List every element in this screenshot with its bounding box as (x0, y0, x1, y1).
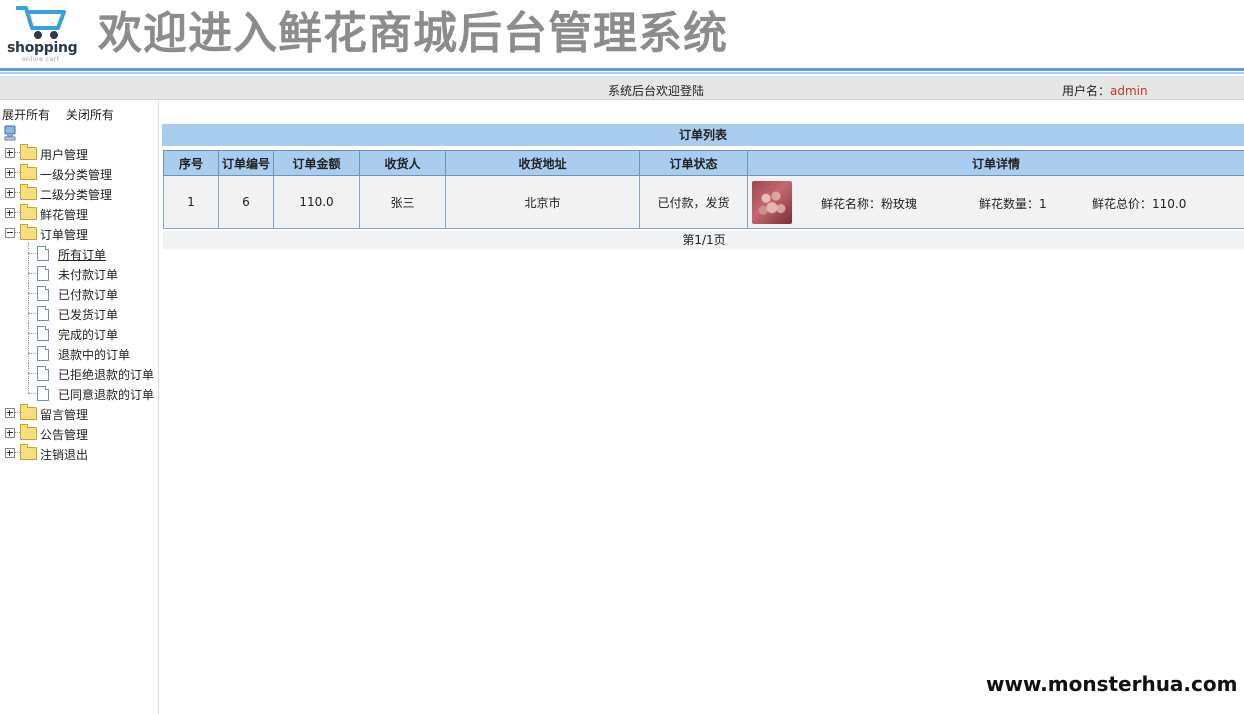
submenu-label[interactable]: 完成的订单 (58, 326, 118, 343)
cell-amount: 110.0 (273, 175, 360, 229)
header: shopping online cart 欢迎进入鲜花商城后台管理系统 (0, 0, 1244, 68)
user-info: 用户名：admin (1062, 82, 1148, 99)
menu-category2-management[interactable]: 二级分类管理 (0, 183, 158, 203)
root-computer-icon[interactable] (4, 125, 16, 141)
submenu-shipped-orders[interactable]: 已发货订单 (0, 303, 158, 323)
column-header-amount: 订单金额 (273, 150, 360, 176)
menu-message-management[interactable]: 留言管理 (0, 403, 158, 423)
cart-icon (16, 6, 66, 39)
submenu-all-orders[interactable]: 所有订单 (0, 243, 158, 263)
document-icon (37, 306, 49, 321)
cell-detail: 鲜花名称：粉玫瑰 鲜花数量：1 鲜花总价：110.0 (747, 175, 1244, 229)
menu-label: 注销退出 (40, 448, 89, 462)
expand-all-link[interactable]: 展开所有 (2, 108, 50, 122)
folder-icon (20, 204, 37, 220)
user-label: 用户名： (1062, 84, 1111, 98)
menu-category1-management[interactable]: 一级分类管理 (0, 163, 158, 183)
folder-icon (20, 444, 37, 460)
collapse-toggle-icon[interactable] (5, 228, 15, 238)
submenu-label[interactable]: 已同意退款的订单 (58, 386, 154, 403)
menu-order-management[interactable]: 订单管理 (0, 223, 158, 243)
submenu-label[interactable]: 已付款订单 (58, 286, 118, 303)
menu-label: 一级分类管理 (40, 168, 113, 182)
header-divider (0, 68, 1244, 71)
cell-address: 北京市 (445, 175, 640, 229)
menu-label: 二级分类管理 (40, 188, 113, 202)
expand-toggle-icon[interactable] (5, 448, 15, 458)
folder-icon (20, 144, 37, 160)
submenu-refund-approved-orders[interactable]: 已同意退款的订单 (0, 383, 158, 403)
welcome-text: 系统后台欢迎登陆 (608, 84, 705, 98)
document-icon (37, 266, 49, 281)
logo-subtext: online cart (22, 56, 60, 63)
column-header-receiver: 收货人 (359, 150, 446, 176)
document-icon (37, 246, 49, 261)
table-row: 1 6 110.0 张三 北京市 已付款，发货 鲜花名称：粉玫瑰 鲜花数量：1 … (163, 175, 1244, 229)
document-icon (37, 326, 49, 341)
expand-toggle-icon[interactable] (5, 188, 15, 198)
column-header-index: 序号 (163, 150, 219, 176)
info-bar: 系统后台欢迎登陆 用户名：admin (0, 76, 1244, 100)
menu-user-management[interactable]: 用户管理 (0, 143, 158, 163)
document-icon (37, 366, 49, 381)
column-header-detail: 订单详情 (747, 150, 1244, 176)
submenu-completed-orders[interactable]: 完成的订单 (0, 323, 158, 343)
flower-thumbnail[interactable] (752, 181, 792, 224)
user-name: admin (1110, 84, 1148, 98)
tree-controls: 展开所有 关闭所有 (2, 106, 126, 123)
expand-toggle-icon[interactable] (5, 408, 15, 418)
expand-toggle-icon[interactable] (5, 208, 15, 218)
submenu-unpaid-orders[interactable]: 未付款订单 (0, 263, 158, 283)
cell-status: 已付款，发货 (639, 175, 748, 229)
document-icon (37, 286, 49, 301)
flower-name: 鲜花名称：粉玫瑰 (821, 197, 918, 211)
menu-flower-management[interactable]: 鲜花管理 (0, 203, 158, 223)
orders-table: 序号 订单编号 订单金额 收货人 收货地址 订单状态 订单详情 1 6 110.… (163, 150, 1244, 229)
table-header-row: 序号 订单编号 订单金额 收货人 收货地址 订单状态 订单详情 (163, 150, 1244, 176)
sidebar: 展开所有 关闭所有 用户管理 一级分类管理 二级分类管理 鲜花管理 订单管理 所… (0, 100, 159, 714)
cell-receiver: 张三 (359, 175, 446, 229)
flower-total: 鲜花总价：110.0 (1092, 197, 1187, 211)
header-divider-light (0, 72, 1244, 74)
document-icon (37, 386, 49, 401)
menu-label: 鲜花管理 (40, 208, 89, 222)
pagination: 第1/1页 (163, 231, 1244, 249)
submenu-refund-rejected-orders[interactable]: 已拒绝退款的订单 (0, 363, 158, 383)
expand-toggle-icon[interactable] (5, 428, 15, 438)
folder-icon (20, 184, 37, 200)
column-header-order-no: 订单编号 (218, 150, 274, 176)
shopping-logo[interactable]: shopping online cart (6, 2, 78, 64)
watermark: www.monsterhua.com (986, 672, 1238, 696)
menu-label: 用户管理 (40, 148, 89, 162)
cell-index: 1 (163, 175, 219, 229)
document-icon (37, 346, 49, 361)
expand-toggle-icon[interactable] (5, 168, 15, 178)
submenu-label[interactable]: 已拒绝退款的订单 (58, 366, 154, 383)
open-folder-icon (20, 224, 37, 240)
folder-icon (20, 164, 37, 180)
submenu-paid-orders[interactable]: 已付款订单 (0, 283, 158, 303)
order-list-title: 订单列表 (162, 124, 1244, 146)
folder-icon (20, 404, 37, 420)
logo-text: shopping (7, 40, 78, 56)
folder-icon (20, 424, 37, 440)
cell-order-no: 6 (218, 175, 274, 229)
submenu-label[interactable]: 未付款订单 (58, 266, 118, 283)
column-header-address: 收货地址 (445, 150, 640, 176)
submenu-label[interactable]: 退款中的订单 (58, 346, 130, 363)
submenu-refunding-orders[interactable]: 退款中的订单 (0, 343, 158, 363)
flower-quantity: 鲜花数量：1 (979, 197, 1047, 211)
collapse-all-link[interactable]: 关闭所有 (66, 108, 114, 122)
submenu-label[interactable]: 所有订单 (58, 246, 106, 263)
menu-logout[interactable]: 注销退出 (0, 443, 158, 463)
menu-notice-management[interactable]: 公告管理 (0, 423, 158, 443)
column-header-status: 订单状态 (639, 150, 748, 176)
submenu-label[interactable]: 已发货订单 (58, 306, 118, 323)
menu-label: 留言管理 (40, 408, 89, 422)
menu-label: 公告管理 (40, 428, 89, 442)
menu-label: 订单管理 (40, 228, 89, 242)
expand-toggle-icon[interactable] (5, 148, 15, 158)
site-title: 欢迎进入鲜花商城后台管理系统 (98, 8, 728, 59)
